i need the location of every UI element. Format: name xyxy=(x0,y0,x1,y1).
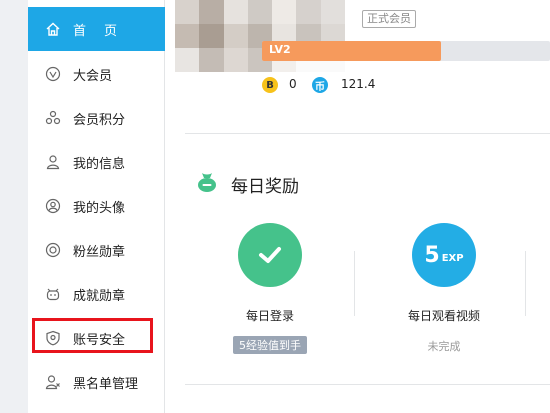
points-icon xyxy=(45,110,61,126)
sidebar-item-label: 首页 xyxy=(73,23,136,39)
blacklist-icon xyxy=(45,374,61,390)
user-icon xyxy=(45,154,61,170)
task-status: 5经验值到手 xyxy=(233,336,307,354)
coin-value: 121.4 xyxy=(341,77,376,91)
member-badge: 正式会员 xyxy=(362,10,416,28)
sidebar-item-achievement-medal[interactable]: 成就勋章 xyxy=(28,272,165,316)
sidebar-item-vip[interactable]: 大会员 xyxy=(28,52,165,96)
level-label: LV2 xyxy=(269,43,291,56)
sidebar-item-label: 黑名单管理 xyxy=(73,376,139,392)
daily-reward-title: 每日奖励 xyxy=(231,177,299,197)
exp-icon: 5 EXP xyxy=(412,223,476,287)
sidebar-item-points[interactable]: 会员积分 xyxy=(28,96,165,140)
sidebar-item-home[interactable]: 首页 xyxy=(28,7,165,51)
sidebar-item-label: 会员积分 xyxy=(73,112,126,128)
coin-icon: 币 xyxy=(312,77,328,93)
task-name: 每日观看视频 xyxy=(407,309,480,323)
task-status: 未完成 xyxy=(427,340,461,353)
divider xyxy=(185,133,550,134)
sidebar-item-my-avatar[interactable]: 我的头像 xyxy=(28,184,165,228)
check-icon xyxy=(238,223,302,287)
divider xyxy=(185,384,550,385)
task-daily-login[interactable]: 每日登录 5经验值到手 xyxy=(220,223,320,354)
sidebar-item-label: 我的信息 xyxy=(73,156,126,172)
exp-number: 5 xyxy=(424,242,440,268)
achievement-icon xyxy=(45,286,61,302)
sidebar-item-blacklist[interactable]: 黑名单管理 xyxy=(28,360,165,404)
sidebar-item-my-info[interactable]: 我的信息 xyxy=(28,140,165,184)
sidebar-item-label: 粉丝勋章 xyxy=(73,244,126,260)
exp-text: EXP xyxy=(441,252,464,264)
medal-icon xyxy=(45,242,61,258)
home-icon xyxy=(45,21,61,37)
task-daily-watch-video[interactable]: 5 EXP 每日观看视频 未完成 xyxy=(389,223,499,354)
money-bag-icon xyxy=(198,173,216,192)
highlight-box xyxy=(32,318,153,353)
divider xyxy=(525,251,526,316)
sidebar-item-label: 成就勋章 xyxy=(73,288,126,304)
sidebar-item-fan-medal[interactable]: 粉丝勋章 xyxy=(28,228,165,272)
divider xyxy=(354,251,355,316)
task-name: 每日登录 xyxy=(245,309,294,323)
avatar-icon xyxy=(45,198,61,214)
sidebar-item-label: 我的头像 xyxy=(73,200,126,216)
b-coin-icon: B xyxy=(262,77,278,93)
b-coin-value: 0 xyxy=(289,77,297,91)
sidebar-item-label: 大会员 xyxy=(73,68,113,84)
vip-icon xyxy=(45,66,61,82)
avatar[interactable] xyxy=(175,0,345,72)
main-panel: 正式会员 LV2 B 0 币 121.4 每日奖励 每日登录 5经验值到手 5 … xyxy=(165,0,550,413)
